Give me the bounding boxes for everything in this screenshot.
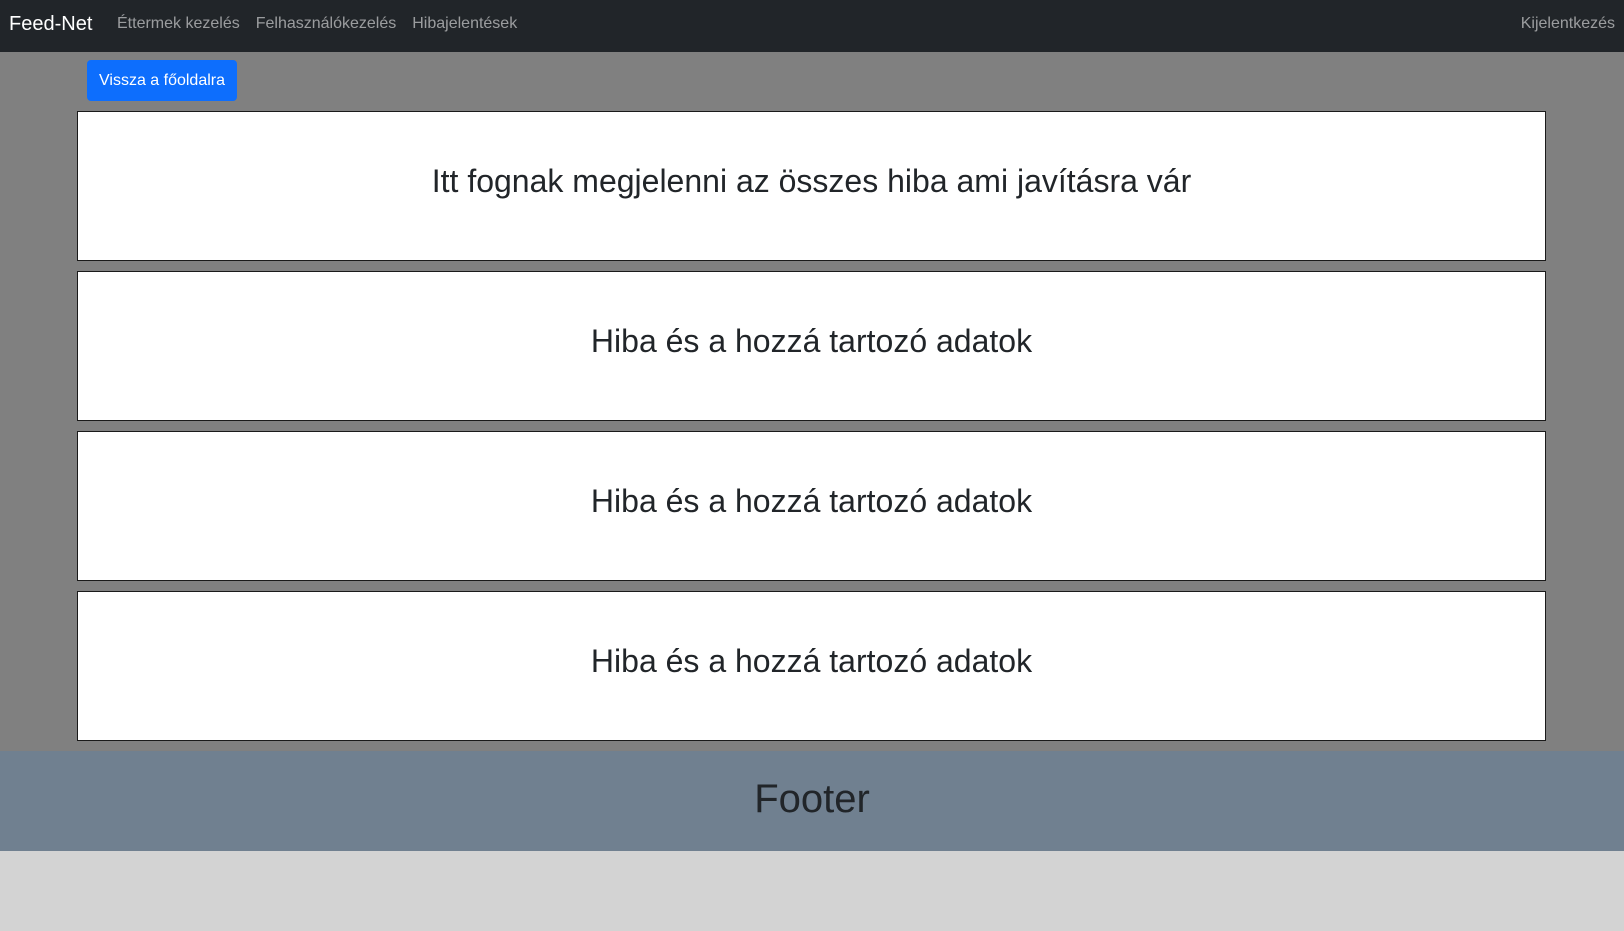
footer-text: Footer (754, 776, 870, 821)
main-content: Vissza a főoldalra Itt fognak megjelenni… (0, 52, 1624, 751)
page-footer: Footer (0, 751, 1624, 851)
brand-link[interactable]: Feed-Net (9, 12, 92, 36)
back-to-home-button[interactable]: Vissza a főoldalra (87, 60, 237, 101)
top-navbar: Feed-Net Éttermek kezelés Felhasználókez… (0, 0, 1624, 52)
nav-link-restaurants[interactable]: Éttermek kezelés (117, 14, 240, 34)
bug-card[interactable]: Hiba és a hozzá tartozó adatok (77, 271, 1546, 421)
bug-card-text: Hiba és a hozzá tartozó adatok (590, 482, 1033, 519)
bug-card-text: Hiba és a hozzá tartozó adatok (590, 322, 1033, 359)
nav-links: Éttermek kezelés Felhasználókezelés Hiba… (117, 14, 533, 34)
nav-link-bug-reports[interactable]: Hibajelentések (412, 14, 517, 34)
info-card-text: Itt fognak megjelenni az összes hiba ami… (431, 162, 1192, 199)
bug-card[interactable]: Hiba és a hozzá tartozó adatok (77, 591, 1546, 741)
bug-card[interactable]: Hiba és a hozzá tartozó adatok (77, 431, 1546, 581)
logout-link[interactable]: Kijelentkezés (1521, 14, 1615, 34)
nav-link-users[interactable]: Felhasználókezelés (256, 14, 397, 34)
bug-card-text: Hiba és a hozzá tartozó adatok (590, 642, 1033, 679)
info-card: Itt fognak megjelenni az összes hiba ami… (77, 111, 1546, 261)
